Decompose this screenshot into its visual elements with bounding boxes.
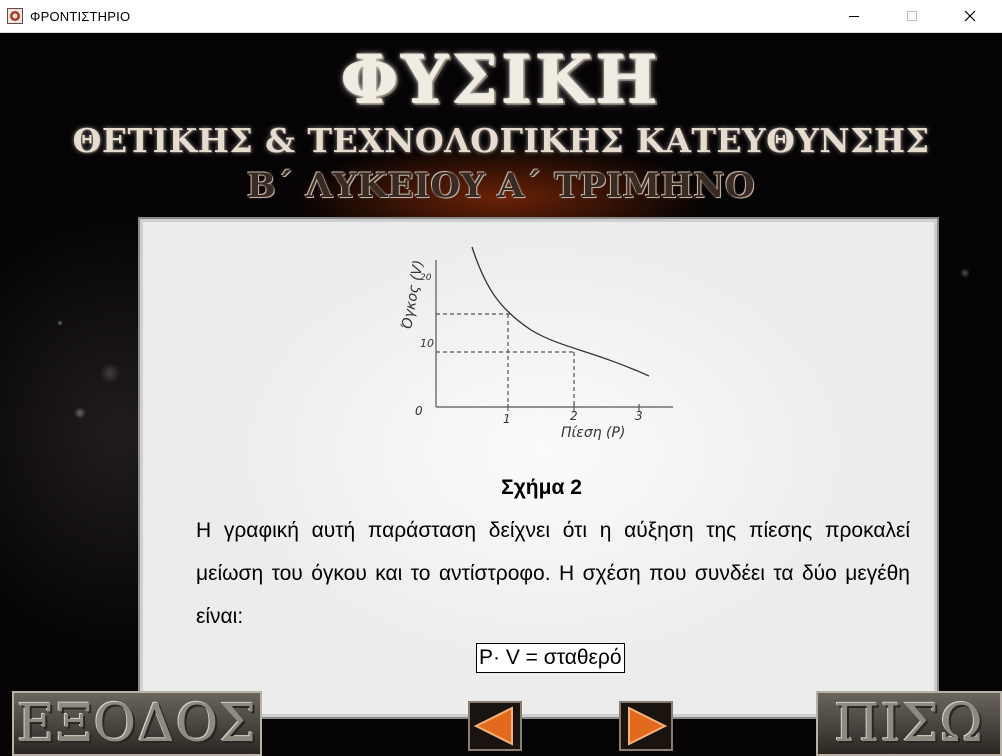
title-bar: ΦΡΟΝΤΙΣΤΗΡΙΟ <box>0 0 1002 33</box>
subject-heading: ΦΥΣΙΚΗ <box>341 41 661 119</box>
maximize-icon <box>907 11 917 21</box>
app-icon <box>7 8 23 24</box>
app-window: ΦΡΟΝΤΙΣΤΗΡΙΟ ΦΥΣΙΚΗ ΘΕΤΙΚΗΣ & ΤΕΧΝΟΛΟΓΙΚ… <box>0 0 1002 756</box>
exit-button[interactable]: ΕΞΟΔΟΣ <box>12 691 262 756</box>
x-axis-label: Πίεση (P) <box>561 425 625 441</box>
formula-box: P· V = σταθερό <box>476 643 625 673</box>
x-tick-3: 3 <box>635 409 643 423</box>
origin-label: 0 <box>415 404 423 418</box>
minimize-button[interactable] <box>826 0 884 33</box>
y-tick-10: 10 <box>420 337 434 350</box>
pressure-volume-graph: 20 10 0 1 2 3 Πίεση (P) Όγκος (V) <box>399 246 673 441</box>
close-button[interactable] <box>942 0 1000 33</box>
explanation-text: Η γραφική αυτή παράσταση δείχνει ότι η α… <box>196 519 910 628</box>
content-panel: 20 10 0 1 2 3 Πίεση (P) Όγκος (V) Σχήμα … <box>138 217 939 719</box>
y-axis-label: Όγκος (V) <box>399 259 427 331</box>
window-title: ΦΡΟΝΤΙΣΤΗΡΙΟ <box>30 9 131 24</box>
level-heading: Β΄ ΛΥΚΕΙΟΥ Α΄ ΤΡΙΜΗΝΟ <box>246 166 756 206</box>
arrow-left-icon <box>473 706 513 746</box>
minimize-icon <box>849 16 859 17</box>
pv-curve <box>471 246 650 377</box>
maximize-button[interactable] <box>884 0 942 33</box>
previous-button[interactable] <box>468 701 522 751</box>
next-button[interactable] <box>619 701 673 751</box>
x-tick-1: 1 <box>503 412 511 426</box>
close-icon <box>964 10 976 22</box>
track-heading: ΘΕΤΙΚΗΣ & ΤΕΧΝΟΛΟΓΙΚΗΣ ΚΑΤΕΥΘΥΝΣΗΣ <box>72 121 930 160</box>
back-button[interactable]: ΠΙΣΩ <box>816 691 1002 756</box>
figure-caption: Σχήμα 2 <box>501 476 582 499</box>
main-area: ΦΥΣΙΚΗ ΘΕΤΙΚΗΣ & ΤΕΧΝΟΛΟΓΙΚΗΣ ΚΑΤΕΥΘΥΝΣΗ… <box>0 33 1002 756</box>
x-tick-2: 2 <box>570 409 578 423</box>
arrow-right-icon <box>628 706 668 746</box>
